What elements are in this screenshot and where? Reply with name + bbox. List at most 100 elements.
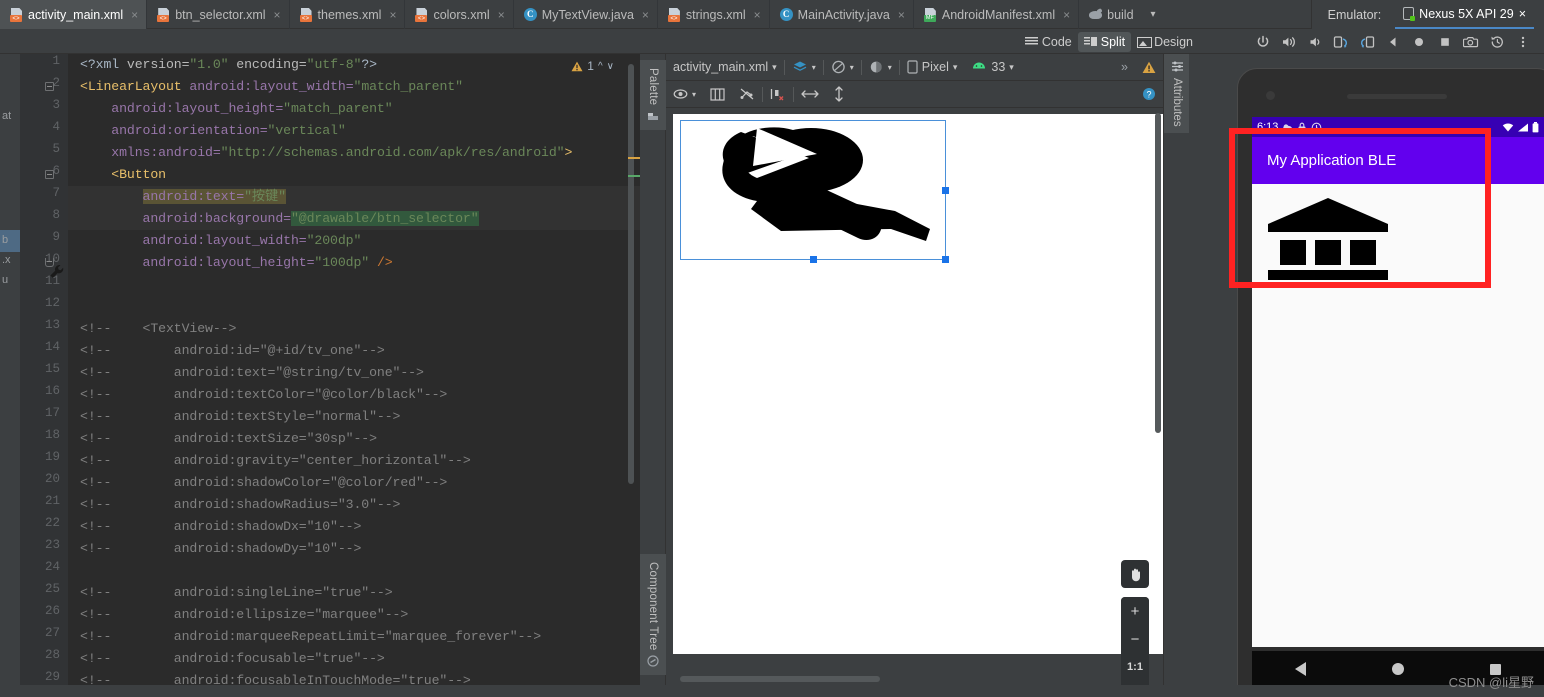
overview-icon[interactable]	[1432, 29, 1458, 54]
next-problem-icon[interactable]: ∨	[607, 61, 614, 72]
visibility-button[interactable]: ▾	[666, 81, 703, 108]
editor-tab-mytextview-java[interactable]: C MyTextView.java ×	[514, 0, 658, 29]
design-toolbar-overflow[interactable]: »	[1114, 54, 1135, 81]
code-editor[interactable]: 1 2 3 4 5 6 7 8 9 10 11 12 13 14 15 16 1…	[20, 54, 640, 685]
clear-constraints-button[interactable]	[763, 81, 793, 108]
view-mode-design[interactable]: Design	[1131, 32, 1199, 52]
device-selector[interactable]: Pixel ▾	[900, 54, 965, 81]
rotate-right-icon[interactable]	[1354, 29, 1380, 54]
battery-icon	[1532, 121, 1539, 132]
editor-tab-build-gradle[interactable]: build	[1079, 0, 1141, 29]
editor-warning-badge[interactable]: 1 ^ ∨	[571, 59, 614, 73]
pan-hand-icon[interactable]	[1121, 560, 1149, 588]
tab-close-icon[interactable]: ×	[498, 9, 505, 21]
attributes-icon	[1171, 61, 1183, 72]
history-icon[interactable]	[1484, 29, 1510, 54]
canvas-vertical-scrollbar[interactable]	[1155, 113, 1161, 433]
chevron-down-icon: ▾	[952, 61, 958, 72]
attributes-label: Attributes	[1171, 78, 1183, 127]
palette-tab[interactable]: Palette	[640, 60, 666, 131]
resize-handle-right[interactable]	[942, 186, 949, 194]
zoom-controls: + − 1:1	[1121, 560, 1149, 697]
editor-tab-activity-main-xml[interactable]: activity_main.xml ×	[0, 0, 148, 29]
orientation-button[interactable]: ▾	[824, 54, 861, 81]
editor-tab-mainactivity-java[interactable]: C MainActivity.java ×	[770, 0, 914, 29]
android-status-bar: 6:13	[1252, 117, 1544, 137]
status-time: 6:13	[1257, 121, 1279, 133]
zoom-actual-size-button[interactable]: 1:1	[1121, 653, 1149, 681]
editor-scrollbar[interactable]	[628, 64, 634, 484]
prev-problem-icon[interactable]: ^	[598, 61, 603, 72]
design-canvas[interactable]: + − 1:1	[666, 108, 1163, 697]
more-vertical-icon[interactable]	[1510, 29, 1536, 54]
wrench-icon[interactable]	[48, 263, 66, 281]
tab-close-icon[interactable]: ×	[274, 9, 281, 21]
zoom-out-icon[interactable]: −	[1121, 625, 1149, 653]
app-content-area[interactable]	[1252, 184, 1544, 647]
design-warning-button[interactable]	[1135, 54, 1163, 81]
java-class-icon: C	[779, 8, 793, 21]
editor-tab-btn-selector-xml[interactable]: btn_selector.xml ×	[147, 0, 290, 29]
editor-tab-themes-xml[interactable]: themes.xml ×	[290, 0, 406, 29]
tab-close-icon[interactable]: ×	[1063, 9, 1070, 21]
resize-handle-bottom[interactable]	[809, 256, 817, 263]
preview-device-surface[interactable]	[673, 114, 1163, 654]
gradle-file-icon	[1089, 8, 1103, 22]
design-preview-pane: activity_main.xml ▾ ▾ ▾ ▾ Pixel ▾ 33 ▾ »…	[666, 54, 1163, 697]
emulator-device-tab[interactable]: Nexus 5X API 29 ×	[1395, 0, 1534, 29]
power-icon[interactable]	[1250, 29, 1276, 54]
home-icon[interactable]	[1406, 29, 1432, 54]
screenshot-camera-icon[interactable]	[1458, 29, 1484, 54]
design-surface-mode-button[interactable]: ▾	[785, 54, 823, 81]
tab-close-icon[interactable]: ×	[389, 9, 396, 21]
tab-close-icon[interactable]: ×	[754, 9, 761, 21]
design-view-icon	[1137, 36, 1153, 48]
svg-text:?: ?	[1146, 89, 1151, 99]
device-icon	[1403, 7, 1416, 21]
zoom-in-icon[interactable]: +	[1121, 597, 1149, 625]
chevron-down-icon[interactable]: ▾	[1142, 0, 1165, 28]
emulator-screen[interactable]: 6:13 My Application BLE	[1252, 117, 1544, 647]
rotate-left-icon[interactable]	[1328, 29, 1354, 54]
api-level-selector[interactable]: 33 ▾	[964, 54, 1020, 81]
emulator-tab-close-icon[interactable]: ×	[1519, 7, 1526, 21]
no-constraints-button[interactable]	[732, 81, 762, 108]
tab-close-icon[interactable]: ×	[131, 9, 138, 21]
view-mode-code[interactable]: Code	[1019, 32, 1078, 52]
columns-layout-button[interactable]	[703, 81, 732, 108]
eye-visibility-icon	[673, 89, 688, 99]
chevron-down-icon: ▾	[811, 62, 816, 72]
resize-handle-bottom-right[interactable]	[942, 256, 949, 263]
editor-change-marker[interactable]	[628, 175, 640, 177]
editor-tab-strings-xml[interactable]: strings.xml ×	[658, 0, 770, 29]
back-icon[interactable]	[1380, 29, 1406, 54]
design-file-selector[interactable]: activity_main.xml ▾	[666, 54, 784, 81]
expand-vertical-button[interactable]	[826, 81, 852, 108]
tab-close-icon[interactable]: ×	[642, 9, 649, 21]
app-title: My Application BLE	[1267, 152, 1397, 169]
component-tree-tab[interactable]: Component Tree	[640, 554, 666, 676]
editor-warning-marker[interactable]	[628, 157, 640, 159]
attributes-tab[interactable]: Attributes	[1164, 54, 1190, 133]
tab-close-icon[interactable]: ×	[898, 9, 905, 21]
left-strip-fragment: u	[2, 274, 9, 286]
code-fold-icon[interactable]	[45, 170, 54, 179]
editor-tab-androidmanifest-xml[interactable]: AndroidManifest.xml ×	[914, 0, 1080, 29]
canvas-horizontal-scrollbar[interactable]	[680, 676, 880, 682]
bank-building-icon[interactable]	[1266, 196, 1390, 285]
left-strip-fragment: at	[2, 110, 12, 122]
code-text-area[interactable]: <?xml version="1.0" encoding="utf-8"?> <…	[68, 54, 640, 685]
volume-up-icon[interactable]	[1276, 29, 1302, 54]
view-mode-label: Code	[1041, 34, 1072, 49]
view-mode-split[interactable]: Split	[1077, 31, 1132, 52]
help-button[interactable]: ?	[1135, 81, 1163, 108]
home-nav-icon[interactable]	[1392, 663, 1404, 675]
expand-horizontal-button[interactable]	[794, 81, 826, 108]
secondary-toolbar: Code Split Design	[0, 29, 1544, 54]
theme-button[interactable]: ▾	[862, 54, 899, 81]
back-nav-icon[interactable]	[1295, 662, 1306, 676]
editor-tab-colors-xml[interactable]: colors.xml ×	[405, 0, 514, 29]
xml-file-icon	[415, 8, 428, 22]
volume-down-icon[interactable]	[1302, 29, 1328, 54]
code-fold-icon[interactable]	[45, 82, 54, 91]
